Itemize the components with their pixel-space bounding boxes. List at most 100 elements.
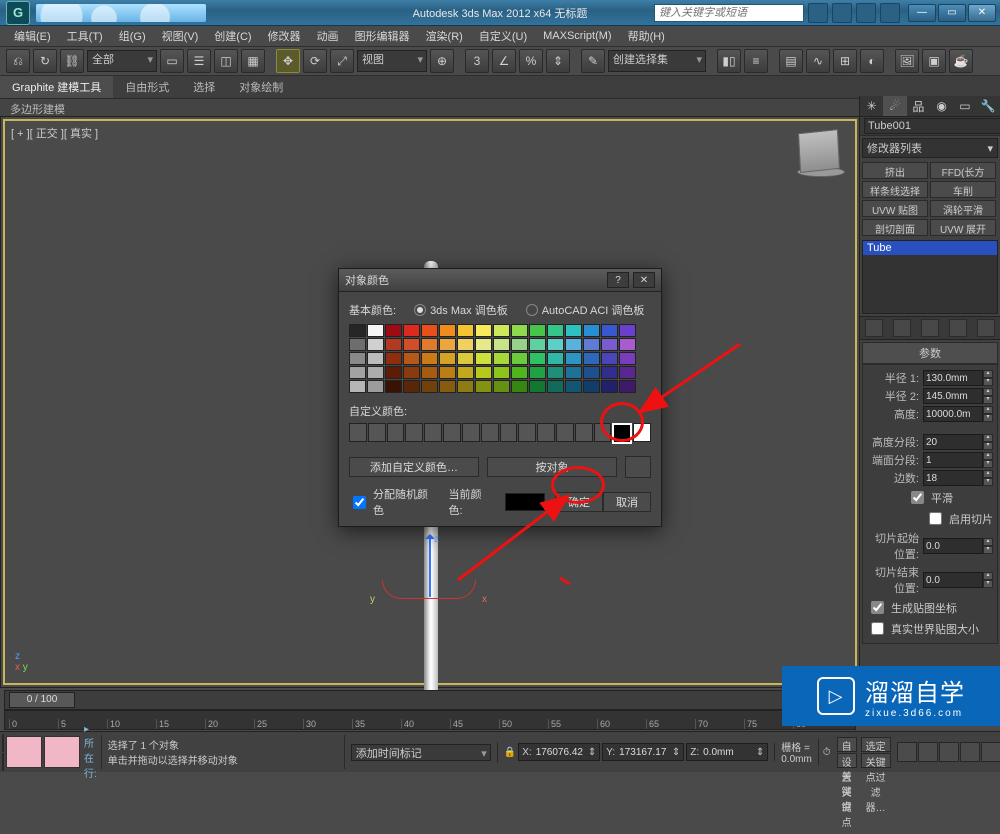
menu-modifiers[interactable]: 修改器 [262, 26, 307, 46]
rollout-parameters-header[interactable]: 参数 [862, 342, 998, 364]
layer-manager-icon[interactable]: ▤ [779, 49, 803, 73]
goto-start-icon[interactable] [897, 742, 917, 762]
menu-edit[interactable]: 编辑(E) [8, 26, 57, 46]
color-swatch[interactable] [493, 352, 510, 365]
status-icon-a[interactable] [6, 736, 42, 768]
coord-x-field[interactable]: X:⇕ [518, 743, 600, 761]
ribbon-tab-freeform[interactable]: 自由形式 [113, 76, 181, 98]
play-icon[interactable] [939, 742, 959, 762]
color-swatch[interactable] [403, 324, 420, 337]
by-object-button[interactable]: 按对象 [487, 457, 617, 477]
color-swatch[interactable] [385, 380, 402, 393]
search-icon[interactable] [808, 3, 828, 23]
color-swatch[interactable] [565, 352, 582, 365]
lock-icon[interactable]: 🔒 [504, 747, 516, 758]
named-selection-combo[interactable]: 创建选择集 [608, 50, 706, 72]
color-swatch[interactable] [565, 324, 582, 337]
smooth-checkbox[interactable] [911, 491, 924, 504]
gen-mapping-checkbox[interactable] [871, 601, 884, 614]
active-color-icon[interactable] [625, 456, 651, 478]
color-swatch[interactable] [349, 324, 366, 337]
selection-filter-combo[interactable]: 全部 [87, 50, 157, 72]
mod-extrude[interactable]: 挤出 [862, 162, 928, 179]
status-icon-b[interactable] [44, 736, 80, 768]
color-swatch[interactable] [403, 380, 420, 393]
mod-lathe[interactable]: 车削 [930, 181, 996, 198]
color-swatch[interactable] [385, 338, 402, 351]
color-swatch[interactable] [547, 366, 564, 379]
ribbon-tab-modeling[interactable]: Graphite 建模工具 [0, 76, 113, 98]
realworld-checkbox[interactable] [871, 622, 884, 635]
color-swatch[interactable] [439, 324, 456, 337]
configure-sets-icon[interactable] [977, 319, 995, 337]
color-swatch[interactable] [457, 352, 474, 365]
color-swatch[interactable] [511, 366, 528, 379]
radius2-spinner[interactable]: ▴▾ [923, 388, 993, 404]
tab-motion-icon[interactable]: ◉ [930, 96, 953, 116]
mod-ffd[interactable]: FFD(长方体) [930, 162, 996, 179]
window-crossing-icon[interactable]: ▦ [241, 49, 265, 73]
mod-uvw-unwrap[interactable]: UVW 展开 [930, 219, 996, 236]
prev-frame-icon[interactable] [918, 742, 938, 762]
height-segs-spinner[interactable]: ▴▾ [923, 434, 993, 450]
modifier-stack[interactable]: Tube [862, 240, 998, 314]
autokey-button[interactable]: 自动关键点 [837, 737, 857, 752]
snap-toggle-icon[interactable]: 3 [465, 49, 489, 73]
select-name-icon[interactable]: ☰ [187, 49, 211, 73]
color-swatch[interactable] [475, 338, 492, 351]
render-setup-icon[interactable]: 🖼 [895, 49, 919, 73]
color-swatch[interactable] [547, 338, 564, 351]
time-slider[interactable]: 0 / 100 [4, 690, 856, 710]
color-swatch[interactable] [385, 352, 402, 365]
custom-swatch-row[interactable] [349, 423, 651, 444]
color-swatch[interactable] [529, 380, 546, 393]
dialog-close-icon[interactable]: ✕ [633, 272, 655, 288]
color-swatch[interactable] [601, 366, 618, 379]
schematic-icon[interactable]: ⊞ [833, 49, 857, 73]
color-swatch[interactable] [529, 352, 546, 365]
transform-gizmo[interactable]: xyz [426, 589, 434, 597]
ribbon-tab-selection[interactable]: 选择 [181, 76, 227, 98]
color-swatch[interactable] [457, 366, 474, 379]
color-swatch[interactable] [619, 324, 636, 337]
color-swatch[interactable] [475, 380, 492, 393]
color-swatch[interactable] [565, 338, 582, 351]
color-swatch[interactable] [619, 380, 636, 393]
slice-to-spinner[interactable]: ▴▾ [923, 572, 993, 588]
color-swatch[interactable] [421, 338, 438, 351]
menu-customize[interactable]: 自定义(U) [473, 26, 533, 46]
select-icon[interactable]: ▭ [160, 49, 184, 73]
ribbon-tab-paint[interactable]: 对象绘制 [227, 76, 295, 98]
color-swatch[interactable] [601, 352, 618, 365]
mod-turbosmooth[interactable]: 涡轮平滑 [930, 200, 996, 217]
color-swatch[interactable] [421, 380, 438, 393]
viewport-label[interactable]: [ + ][ 正交 ][ 真实 ] [11, 125, 98, 141]
color-swatch[interactable] [385, 324, 402, 337]
custom-swatch-selected-black[interactable] [612, 423, 632, 444]
menu-grapheditors[interactable]: 图形编辑器 [349, 26, 416, 46]
current-color-swatch[interactable] [505, 493, 545, 511]
remove-modifier-icon[interactable] [949, 319, 967, 337]
render-icon[interactable]: ☕ [949, 49, 973, 73]
color-swatch[interactable] [565, 366, 582, 379]
macro-recorder[interactable] [2, 753, 4, 771]
color-swatch[interactable] [403, 352, 420, 365]
height-spinner[interactable]: ▴▾ [923, 406, 993, 422]
link-icon[interactable]: ⛓ [60, 49, 84, 73]
named-sel-icon[interactable]: ✎ [581, 49, 605, 73]
tab-utilities-icon[interactable]: 🔧 [977, 96, 1000, 116]
cancel-button[interactable]: 取消 [603, 492, 651, 512]
coord-z-field[interactable]: Z:⇕ [686, 743, 768, 761]
color-swatch[interactable] [529, 366, 546, 379]
pin-stack-icon[interactable] [865, 319, 883, 337]
key-filters-button[interactable]: 关键点过滤器… [861, 753, 891, 768]
add-custom-color-button[interactable]: 添加自定义颜色… [349, 457, 479, 477]
color-swatch[interactable] [511, 324, 528, 337]
color-swatch[interactable] [475, 366, 492, 379]
show-end-result-icon[interactable] [893, 319, 911, 337]
menu-tools[interactable]: 工具(T) [61, 26, 109, 46]
slice-from-spinner[interactable]: ▴▾ [923, 538, 993, 554]
goto-end-icon[interactable] [981, 742, 1000, 762]
modifier-list-combo[interactable]: 修改器列表▾ [862, 138, 998, 158]
coord-y-field[interactable]: Y:⇕ [602, 743, 684, 761]
